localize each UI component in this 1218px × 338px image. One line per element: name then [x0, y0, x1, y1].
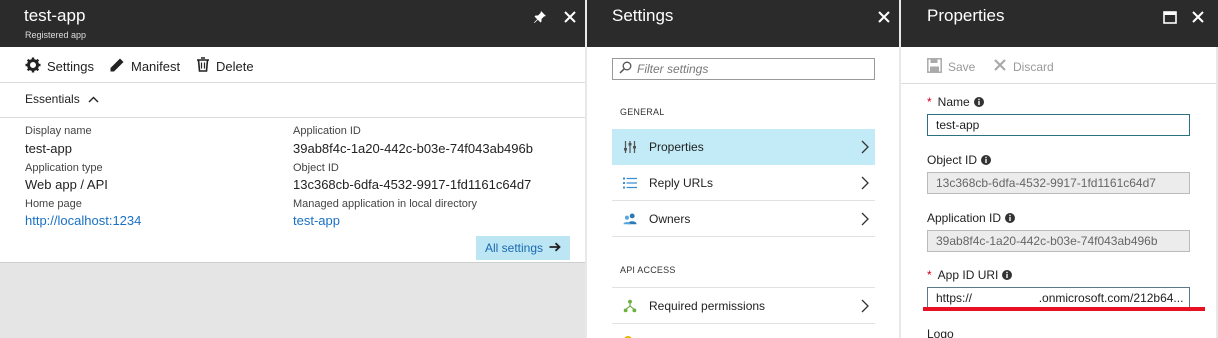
- settings-label: Settings: [47, 59, 94, 74]
- filter-settings-input[interactable]: Filter settings: [612, 58, 875, 80]
- object-id-label: Object ID: [293, 162, 339, 174]
- settings-blade-title: Settings: [612, 6, 674, 25]
- managed-app-link[interactable]: test-app: [293, 213, 340, 228]
- search-icon: [619, 61, 637, 77]
- app-id-label: Application ID: [293, 125, 361, 137]
- essentials-label: Essentials: [25, 92, 80, 106]
- settings-button[interactable]: Settings: [25, 57, 94, 76]
- trash-icon: [196, 57, 216, 75]
- delete-button[interactable]: Delete: [196, 57, 254, 75]
- home-page-link[interactable]: http://localhost:1234: [25, 213, 141, 228]
- app-id-input[interactable]: 39ab8f4c-1a20-442c-b03e-74f043ab496b: [927, 230, 1190, 252]
- app-command-bar: Settings Manifest Delete: [0, 47, 585, 83]
- object-id-field-label: Object ID: [927, 153, 992, 167]
- save-label: Save: [948, 60, 976, 74]
- display-name-label: Display name: [25, 125, 92, 137]
- save-button[interactable]: Save: [927, 58, 975, 76]
- essentials-toggle[interactable]: Essentials: [25, 92, 99, 106]
- sliders-icon: [623, 140, 637, 154]
- list-icon: [623, 177, 637, 189]
- app-blade-header: test-app Registered app: [0, 0, 585, 47]
- close-icon[interactable]: [561, 8, 579, 26]
- properties-blade: Properties Save Discard * Name test-app …: [901, 0, 1218, 338]
- essentials-divider: [0, 117, 585, 118]
- pencil-icon: [109, 57, 131, 76]
- app-id-value: 39ab8f4c-1a20-442c-b03e-74f043ab496b: [293, 141, 533, 156]
- name-field-label: * Name: [927, 95, 984, 109]
- menu-item-owners[interactable]: Owners: [612, 201, 875, 237]
- filter-settings-placeholder: Filter settings: [637, 62, 709, 76]
- delete-label: Delete: [216, 58, 254, 74]
- all-settings-button[interactable]: All settings: [476, 236, 570, 260]
- logo-label: Logo: [927, 327, 954, 338]
- menu-item-label: Required permissions: [649, 298, 766, 313]
- info-icon[interactable]: [1002, 270, 1013, 280]
- menu-item-required-permissions[interactable]: Required permissions: [612, 288, 875, 324]
- menu-item-properties[interactable]: Properties: [612, 129, 875, 165]
- menu-item-label: Reply URLs: [649, 175, 714, 190]
- properties-blade-title: Properties: [927, 6, 1005, 25]
- settings-blade-header: Settings: [587, 0, 899, 47]
- blade-empty-area: [0, 262, 585, 338]
- annotation-underline: [923, 307, 1205, 311]
- app-type-label: Application type: [25, 162, 103, 174]
- gear-icon: [25, 57, 47, 76]
- name-label-text: Name: [937, 95, 970, 109]
- app-id-field-label: Application ID: [927, 211, 1016, 225]
- general-section-header: GENERAL: [620, 107, 665, 117]
- floppy-icon: [927, 58, 948, 76]
- manifest-button[interactable]: Manifest: [109, 57, 180, 76]
- display-name-value: test-app: [25, 141, 72, 156]
- object-id-value: 13c368cb-6dfa-4532-9917-1fd1161c64d7: [293, 177, 532, 192]
- managed-app-label: Managed application in local directory: [293, 198, 478, 210]
- settings-blade: Settings Filter settings GENERAL Propert…: [587, 0, 899, 338]
- menu-item-reply-urls[interactable]: Reply URLs: [612, 165, 875, 201]
- chevron-right-icon: [861, 140, 869, 157]
- app-id-label-text: Application ID: [927, 211, 1002, 225]
- network-icon: [623, 298, 637, 314]
- home-page-label: Home page: [25, 198, 82, 210]
- chevron-right-icon: [861, 299, 869, 316]
- chevron-up-icon: [80, 92, 99, 106]
- maximize-icon[interactable]: [1161, 8, 1179, 26]
- chevron-right-icon: [861, 212, 869, 229]
- all-settings-label: All settings: [485, 241, 544, 255]
- discard-x-icon: [993, 58, 1013, 75]
- app-id-uri-input[interactable]: https:// .onmicrosoft.com/212b64...: [927, 287, 1190, 309]
- object-id-label-text: Object ID: [927, 153, 978, 167]
- discard-label: Discard: [1013, 59, 1054, 74]
- app-blade: test-app Registered app Settings Manifes…: [0, 0, 585, 338]
- people-icon: [623, 212, 637, 226]
- close-icon[interactable]: [1189, 8, 1207, 26]
- manifest-label: Manifest: [131, 59, 181, 74]
- info-icon[interactable]: [1005, 213, 1016, 223]
- app-blade-subtitle: Registered app: [25, 30, 87, 40]
- required-asterisk: *: [927, 95, 932, 109]
- api-access-section-header: API ACCESS: [620, 265, 676, 275]
- name-input[interactable]: test-app: [927, 114, 1190, 136]
- object-id-input[interactable]: 13c368cb-6dfa-4532-9917-1fd1161c64d7: [927, 172, 1190, 194]
- app-type-value: Web app / API: [25, 177, 108, 192]
- close-icon[interactable]: [875, 8, 893, 26]
- app-id-uri-label-text: App ID URI: [937, 268, 999, 282]
- arrow-right-icon: [543, 241, 561, 255]
- required-asterisk: *: [927, 268, 932, 282]
- menu-item-label: Owners: [649, 211, 691, 226]
- info-icon[interactable]: [981, 155, 992, 165]
- menu-item-label: Properties: [649, 139, 704, 154]
- info-icon[interactable]: [973, 97, 984, 107]
- app-id-uri-field-label: * App ID URI: [927, 268, 1013, 282]
- discard-button[interactable]: Discard: [993, 58, 1054, 75]
- chevron-right-icon: [861, 176, 869, 193]
- properties-command-divider: [901, 83, 1218, 84]
- app-blade-title: test-app: [24, 6, 86, 25]
- pin-icon[interactable]: [531, 8, 549, 26]
- properties-blade-header: Properties: [901, 0, 1218, 47]
- key-icon: [623, 330, 637, 338]
